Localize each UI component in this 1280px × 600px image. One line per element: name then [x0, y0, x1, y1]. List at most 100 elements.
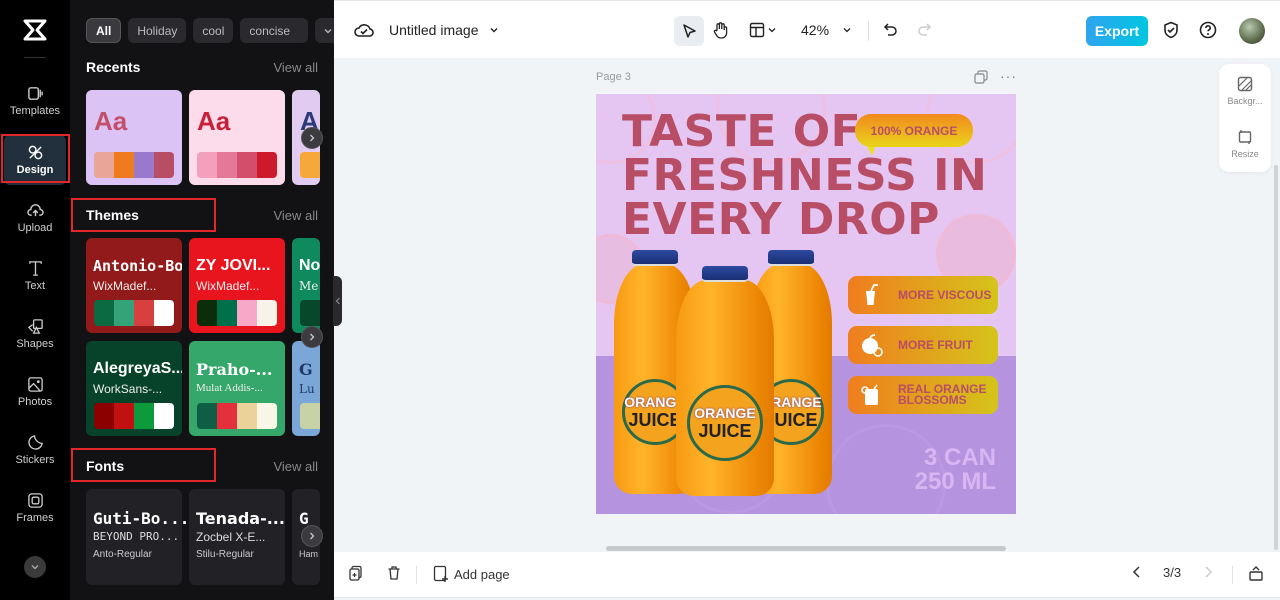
recents-view-all[interactable]: View all — [273, 60, 318, 75]
stickers-icon — [27, 435, 43, 450]
font-line-1: Guti-Bo... — [93, 509, 190, 528]
add-page-copy-button[interactable] — [348, 565, 364, 581]
trash-icon — [388, 566, 400, 580]
collapse-panel-handle[interactable] — [333, 276, 342, 326]
recents-next-button[interactable] — [301, 127, 323, 149]
feature-more-viscous[interactable]: MORE VISCOUS — [848, 276, 998, 314]
resize-tool[interactable]: Resize — [1219, 129, 1271, 159]
chevron-left-icon — [1132, 566, 1140, 578]
help-button[interactable] — [1199, 21, 1217, 39]
fonts-view-all[interactable]: View all — [273, 459, 318, 474]
font-card[interactable]: Guti-Bo... BEYOND PRO... Anto-Regular — [86, 489, 189, 585]
chevron-right-icon — [310, 333, 315, 341]
top-toolbar: Untitled image 42% Export — [334, 0, 1280, 58]
juice-glass-icon — [861, 384, 878, 405]
rail-item-stickers[interactable]: Stickers — [4, 425, 66, 475]
shield-button[interactable] — [1162, 21, 1180, 39]
headline-line: EVERY DROP — [622, 194, 940, 245]
templates-icon — [27, 87, 43, 100]
chip-all[interactable]: All — [86, 18, 122, 43]
redo-button[interactable] — [916, 22, 932, 38]
layout-button[interactable] — [749, 22, 777, 38]
delete-page-button[interactable] — [386, 565, 402, 581]
cloud-sync-button[interactable] — [354, 21, 374, 39]
themes-next-button[interactable] — [301, 326, 323, 348]
chevron-right-icon — [310, 532, 315, 540]
chip-cool[interactable]: cool — [193, 18, 234, 43]
add-page-button[interactable]: Add page — [433, 565, 510, 583]
next-page-button[interactable] — [1203, 565, 1213, 579]
font-line-3: Stilu-Regular — [196, 549, 254, 560]
rail-item-upload[interactable]: Upload — [4, 193, 66, 243]
duplicate-page-button[interactable] — [974, 70, 988, 89]
prev-page-button[interactable] — [1132, 565, 1142, 579]
filter-chips: All Holiday cool concise — [86, 18, 334, 43]
vertical-scrollbar[interactable] — [1274, 165, 1278, 550]
font-sample: Aa — [197, 106, 231, 136]
theme-card[interactable]: Antonio-Bold WixMadef... — [86, 238, 182, 333]
recents-title: Recents — [86, 59, 141, 75]
shield-check-icon — [1164, 21, 1178, 39]
rail-item-text[interactable]: Text — [4, 251, 66, 301]
expand-pages-button[interactable] — [1248, 565, 1264, 581]
background-tool[interactable]: Backgr... — [1219, 76, 1271, 106]
feature-more-fruit[interactable]: MORE FRUIT — [848, 326, 998, 364]
orange-fruit-icon — [862, 334, 883, 357]
document-title[interactable]: Untitled image — [389, 22, 479, 38]
rail-item-templates[interactable]: Templates — [4, 76, 66, 126]
theme-card[interactable]: AlegreyaS... WorkSans-... — [86, 341, 182, 436]
page-more-button[interactable]: ··· — [1000, 68, 1017, 84]
rail-label: Stickers — [15, 454, 55, 466]
add-page-icon — [433, 565, 448, 582]
undo-button[interactable] — [883, 22, 899, 38]
title-menu-button[interactable] — [489, 25, 499, 35]
theme-card[interactable]: No Me — [292, 238, 320, 333]
capcut-logo-icon[interactable] — [22, 18, 48, 42]
chip-holiday[interactable]: Holiday — [128, 18, 187, 43]
export-button[interactable]: Export — [1086, 16, 1148, 46]
horizontal-scrollbar[interactable] — [606, 546, 1006, 551]
theme-card[interactable]: G Lu — [292, 341, 320, 436]
chevron-down-icon — [324, 28, 332, 33]
chip-concise[interactable]: concise — [240, 18, 309, 43]
color-palette — [94, 403, 174, 429]
theme-card[interactable]: Praho-... Mulat Addis-... — [189, 341, 285, 436]
themes-view-all[interactable]: View all — [273, 208, 318, 223]
theme-body-font: WorkSans-... — [93, 382, 163, 396]
zoom-menu-button[interactable] — [842, 25, 852, 35]
rail-label: Text — [24, 280, 46, 292]
chips-expand-button[interactable] — [315, 18, 334, 43]
hand-tool-button[interactable] — [712, 21, 730, 39]
layout-icon — [749, 22, 765, 38]
color-palette — [197, 403, 277, 429]
feature-real-orange-blossoms[interactable]: REAL ORANGE BLOSSOMS — [848, 376, 998, 414]
bottle-cap — [702, 266, 748, 282]
rail-item-design[interactable]: Design — [4, 135, 66, 185]
rail-more-button[interactable] — [24, 556, 46, 578]
quantity-text[interactable]: 3 CAN 250 ML — [915, 446, 996, 494]
rail-divider — [24, 57, 46, 58]
font-card[interactable]: Tenada-... Zocbel X-E... Stilu-Regular — [189, 489, 285, 585]
redo-icon — [918, 23, 932, 36]
zoom-level[interactable]: 42% — [801, 22, 829, 38]
theme-card[interactable]: ZY JOVI... WixMadef... — [189, 238, 285, 333]
frames-icon — [27, 493, 43, 508]
rail-item-frames[interactable]: Frames — [4, 483, 66, 533]
recent-card[interactable]: Aa — [189, 90, 285, 185]
recent-card[interactable]: Aa — [86, 90, 182, 185]
rail-item-photos[interactable]: Photos — [4, 367, 66, 417]
badge-100-orange[interactable]: 100% ORANGE — [855, 114, 973, 147]
select-tool-button[interactable] — [674, 16, 704, 46]
design-canvas[interactable]: TASTE OF FRESHNESS IN EVERY DROP 100% OR… — [596, 94, 1016, 514]
cloud-check-icon — [354, 24, 374, 37]
quantity-line: 3 CAN — [923, 444, 996, 471]
color-palette — [300, 300, 320, 326]
user-avatar[interactable] — [1239, 18, 1265, 44]
rail-item-shapes[interactable]: Shapes — [4, 309, 66, 359]
undo-icon — [883, 23, 897, 36]
fonts-next-button[interactable] — [301, 525, 323, 547]
text-icon — [28, 261, 42, 276]
background-tool-label: Backgr... — [1227, 96, 1263, 106]
label-orange: ORANGE — [694, 404, 756, 421]
juice-bottle-front[interactable]: ORANGE JUICE — [676, 266, 774, 496]
